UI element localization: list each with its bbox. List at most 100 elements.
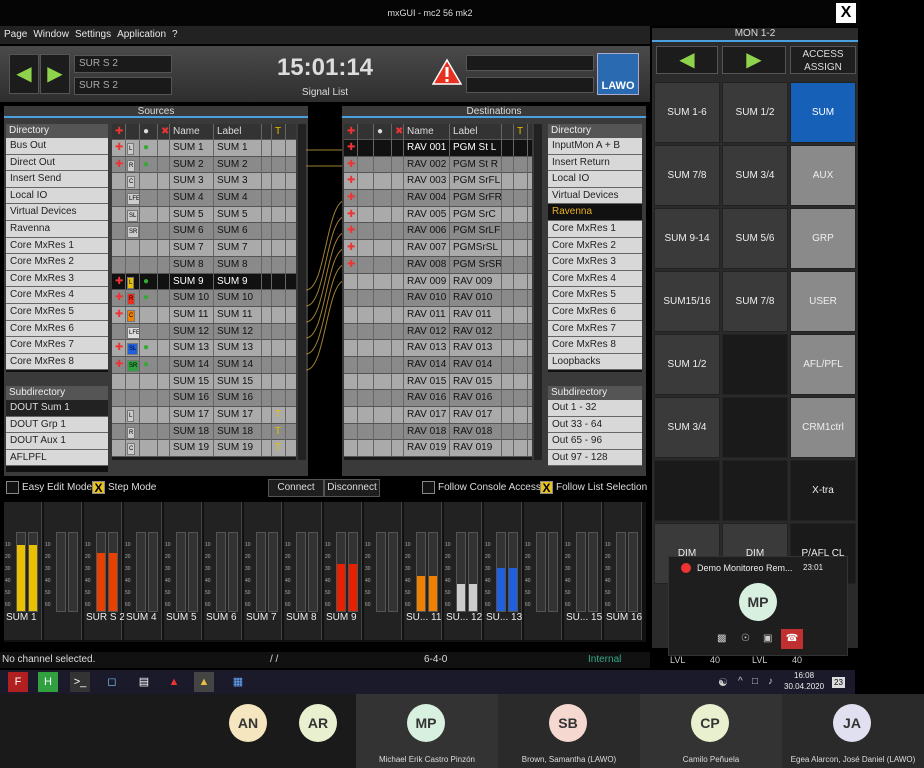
directory-item[interactable]: Out 33 - 64	[548, 416, 642, 434]
mon-button[interactable]: USER	[790, 271, 856, 332]
menu-item[interactable]: Application	[117, 26, 166, 44]
source-row[interactable]: C SUM 19 SUM 19 T	[112, 440, 296, 458]
destination-row[interactable]: ✚ RAV 004 PGM SrFR	[344, 190, 532, 207]
volume-icon[interactable]: ♪	[768, 676, 773, 687]
directory-item[interactable]: Out 97 - 128	[548, 449, 642, 467]
directory-item[interactable]: Core MxRes 3	[6, 270, 108, 288]
t-column-header[interactable]: T	[514, 124, 528, 140]
directory-item[interactable]: Ravenna	[6, 220, 108, 238]
follow-console-checkbox[interactable]	[422, 481, 435, 497]
directory-item[interactable]: Local IO	[548, 171, 642, 188]
disconnect-button[interactable]: Disconnect	[324, 479, 380, 497]
meter-strip[interactable]: 10 20 30 40 50 60 SUM 1	[4, 502, 42, 640]
destination-row[interactable]: RAV 013 RAV 013	[344, 340, 532, 357]
destination-row[interactable]: RAV 015 RAV 015	[344, 373, 532, 391]
destination-row[interactable]: RAV 019 RAV 019	[344, 440, 532, 458]
meter-strip[interactable]: 10 20 30 40 50 60 SU... 15	[564, 502, 602, 640]
mon-button[interactable]: SUM 5/6	[722, 208, 788, 269]
mon-button[interactable]: SUM	[790, 82, 856, 143]
directory-item[interactable]: Core MxRes 4	[6, 287, 108, 304]
source-row[interactable]: SR SUM 6 SUM 6	[112, 223, 296, 241]
mon-button[interactable]: X-tra	[790, 460, 856, 521]
camera-icon[interactable]: ▩	[717, 633, 726, 644]
mon-forward-button[interactable]: ▶	[722, 46, 786, 74]
destination-row[interactable]: ✚ RAV 005 PGM SrC	[344, 206, 532, 224]
source-row[interactable]: ✚ L ● SUM 9 SUM 9	[112, 273, 296, 291]
source-row[interactable]: SUM 7 SUM 7	[112, 240, 296, 257]
directory-item[interactable]: Core MxRes 3	[548, 254, 642, 271]
mon-button[interactable]	[722, 334, 788, 395]
warning-icon[interactable]	[432, 58, 462, 86]
mon-button[interactable]: SUM15/16	[654, 271, 720, 332]
directory-item[interactable]: Core MxRes 1	[548, 220, 642, 238]
directory-item[interactable]: Core MxRes 4	[548, 270, 642, 288]
directory-item[interactable]: AFLPFL	[6, 449, 108, 467]
meter-strip[interactable]: 10 20 30 40 50 60 SUM 4	[124, 502, 162, 640]
directory-item[interactable]: Virtual Devices	[6, 204, 108, 221]
folder-icon[interactable]: ▲	[194, 672, 214, 692]
directory-item[interactable]: Core MxRes 7	[6, 337, 108, 354]
destinations-grid[interactable]: ✚ ● ✖ Name Label T ✚ RAV 001 PGM St L ✚ RAV …	[344, 124, 532, 460]
meter-strip[interactable]: 10 20 30 40 50 60 SU... 13	[484, 502, 522, 640]
mic-icon[interactable]: ☉	[741, 633, 750, 644]
destination-row[interactable]: RAV 012 RAV 012	[344, 323, 532, 341]
directory-item[interactable]: InputMon A + B	[548, 138, 642, 155]
share-icon[interactable]: ▣	[763, 633, 772, 644]
sur-field-2[interactable]: SUR S 2	[74, 77, 172, 95]
mon-button[interactable]: SUM 1-6	[654, 82, 720, 143]
directory-item[interactable]: Core MxRes 6	[6, 320, 108, 338]
source-row[interactable]: SUM 16 SUM 16	[112, 390, 296, 407]
sources-directory-list[interactable]: Directory Bus Out Direct Out Insert Send Lo…	[6, 124, 108, 372]
menu-item[interactable]: Settings	[75, 26, 111, 44]
label-column-header[interactable]: Label	[214, 124, 262, 140]
meter-strip[interactable]: 10 20 30 40 50 60	[524, 502, 562, 640]
sources-subdirectory-list[interactable]: Subdirectory DOUT Sum 1 DOUT Grp 1 DOUT Au…	[6, 386, 108, 472]
destination-row[interactable]: ✚ RAV 003 PGM SrFL	[344, 173, 532, 191]
directory-item[interactable]: Out 1 - 32	[548, 400, 642, 417]
directory-item[interactable]: Core MxRes 6	[548, 303, 642, 321]
directory-item[interactable]: Local IO	[6, 187, 108, 205]
destination-row[interactable]: RAV 010 RAV 010	[344, 290, 532, 307]
directory-item[interactable]: Ravenna	[548, 204, 642, 221]
menu-item[interactable]: Page	[4, 26, 27, 44]
directory-item[interactable]: Direct Out	[6, 154, 108, 172]
destination-row[interactable]: ✚ RAV 007 PGMSrSL	[344, 240, 532, 257]
call-popup[interactable]: Demo Monitoreo Rem... 23:01 MP ▩ ☉ ▣ ☎	[668, 556, 848, 656]
chevron-up-icon[interactable]: ^	[738, 676, 743, 687]
directory-item[interactable]: Insert Return	[548, 154, 642, 172]
mon-button[interactable]	[722, 460, 788, 521]
sur-field-1[interactable]: SUR S 2	[74, 55, 172, 73]
name-column-header[interactable]: Name	[404, 124, 450, 140]
source-row[interactable]: ✚ SL ● SUM 13 SUM 13	[112, 340, 296, 357]
source-row[interactable]: ✚ L ● SUM 1 SUM 1	[112, 140, 296, 157]
directory-item[interactable]: Out 65 - 96	[548, 433, 642, 450]
directory-item[interactable]: Loopbacks	[548, 353, 642, 371]
mon-button[interactable]: CRM1ctrl	[790, 397, 856, 458]
forward-arrow-button[interactable]: ▶	[40, 54, 70, 94]
meter-strip[interactable]: 10 20 30 40 50 60 SUM 8	[284, 502, 322, 640]
mon-button[interactable]: SUM 7/8	[722, 271, 788, 332]
sources-scrollbar[interactable]	[298, 124, 306, 460]
step-mode-checkbox[interactable]: X	[92, 481, 105, 495]
t-column-header[interactable]: T	[272, 124, 286, 140]
directory-item[interactable]: DOUT Aux 1	[6, 433, 108, 450]
meter-strip[interactable]: 10 20 30 40 50 60 SUM 5	[164, 502, 202, 640]
destinations-subdirectory-list[interactable]: Subdirectory Out 1 - 32 Out 33 - 64 Out 65…	[548, 386, 642, 467]
terminal-icon[interactable]: >_	[70, 672, 90, 692]
mon-button[interactable]	[654, 460, 720, 521]
directory-item[interactable]: Core MxRes 2	[6, 254, 108, 271]
source-row[interactable]: ✚ SR ● SUM 14 SUM 14	[112, 356, 296, 374]
pdf-icon[interactable]: ▲	[164, 672, 184, 692]
directory-item[interactable]: Core MxRes 1	[6, 237, 108, 255]
name-column-header[interactable]: Name	[170, 124, 214, 140]
hangup-icon[interactable]: ☎	[781, 629, 803, 649]
directory-item[interactable]: Core MxRes 5	[548, 287, 642, 304]
destination-row[interactable]: RAV 017 RAV 017	[344, 407, 532, 424]
directory-item[interactable]: Core MxRes 8	[548, 337, 642, 354]
mon-button[interactable]: SUM 1/2	[654, 334, 720, 395]
easy-edit-checkbox[interactable]	[6, 481, 19, 497]
notification-badge[interactable]: 23	[832, 677, 845, 688]
directory-item[interactable]: Core MxRes 5	[6, 303, 108, 321]
people-icon[interactable]: ☯	[718, 676, 728, 689]
destination-row[interactable]: RAV 009 RAV 009	[344, 273, 532, 291]
